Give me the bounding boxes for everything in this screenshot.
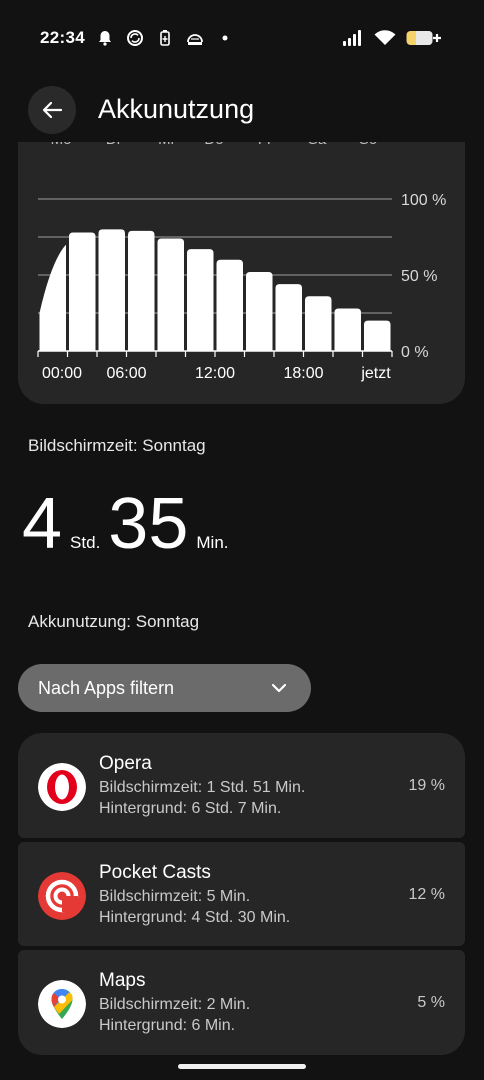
day-label: Mi (158, 142, 174, 148)
y-tick-label: 50 % (401, 268, 437, 285)
screen-time-hours-unit: Std. (70, 533, 101, 552)
chart-bar (39, 244, 66, 351)
wifi-icon (374, 29, 396, 47)
y-tick-label: 0 % (401, 344, 429, 361)
app-screen-time: Bildschirmzeit: 5 Min. (99, 888, 251, 905)
chart-bar (128, 230, 155, 351)
page-title: Akkunutzung (98, 94, 255, 124)
x-tick-label: 18:00 (283, 365, 323, 382)
pocket-casts-icon (38, 872, 86, 920)
battery-chart-card: Mo Di Mi Do Fr Sa So 100 % 50 % 0 % 00:00 06:00 12… (18, 142, 465, 404)
app-bar: Akkunutzung (0, 78, 484, 142)
app-percent: 5 % (417, 994, 445, 1011)
chart-bar (364, 320, 391, 351)
opera-icon (38, 763, 86, 811)
sync-icon (126, 29, 144, 47)
y-tick-label: 100 % (401, 192, 446, 209)
chart-bar (275, 284, 302, 351)
screen-time-minutes: 35 (108, 484, 189, 564)
filter-label: Nach Apps filtern (38, 677, 175, 698)
app-row-opera[interactable]: Opera Bildschirmzeit: 1 Std. 51 Min. Hin… (18, 733, 465, 838)
x-tick-label: jetzt (360, 365, 391, 382)
screen-time-hours: 4 (22, 484, 63, 564)
x-tick-label: 00:00 (42, 365, 82, 382)
dashboard-icon (186, 29, 204, 47)
screen-time-label: Bildschirmzeit: Sonntag (28, 436, 206, 455)
day-label: Di (106, 142, 120, 148)
app-name: Pocket Casts (99, 862, 211, 883)
day-label: Mo (51, 142, 72, 148)
chart-bar (216, 259, 243, 351)
app-percent: 12 % (408, 886, 445, 903)
app-screen-time: Bildschirmzeit: 2 Min. (99, 996, 251, 1013)
bell-icon (96, 29, 114, 47)
filter-apps-dropdown[interactable]: Nach Apps filtern (18, 664, 311, 712)
battery-usage-chart: Mo Di Mi Do Fr Sa So 100 % 50 % 0 % 00:00 06:00 12… (37, 142, 446, 382)
app-background-time: Hintergrund: 4 Std. 30 Min. (99, 909, 291, 926)
battery-saver-icon (156, 29, 174, 47)
chart-bar (98, 229, 125, 351)
day-label: Sa (308, 142, 327, 148)
back-button[interactable] (28, 86, 76, 134)
chart-bar (305, 296, 332, 351)
app-background-time: Hintergrund: 6 Min. (99, 1017, 236, 1034)
screen-time-value: 4 Std. 35 Min. (22, 484, 237, 564)
arrow-left-icon (42, 101, 63, 119)
maps-icon (38, 980, 86, 1028)
home-indicator[interactable] (178, 1064, 306, 1069)
battery-charging-icon (406, 29, 444, 47)
chart-bar (246, 271, 273, 351)
signal-icon (342, 29, 364, 47)
chart-bar (157, 238, 184, 351)
app-percent: 19 % (408, 777, 445, 794)
app-row-pocket-casts[interactable]: Pocket Casts Bildschirmzeit: 5 Min. Hint… (18, 842, 465, 946)
chart-bar (334, 308, 361, 351)
day-label: Fr (258, 142, 272, 148)
dot-icon (216, 29, 234, 47)
day-label: Do (204, 142, 223, 148)
chart-bar (187, 249, 214, 351)
app-name: Opera (99, 753, 152, 774)
day-label: So (359, 142, 377, 148)
screen-time-minutes-unit: Min. (196, 533, 229, 552)
app-name: Maps (99, 970, 146, 991)
x-tick-label: 06:00 (106, 365, 146, 382)
app-background-time: Hintergrund: 6 Std. 7 Min. (99, 800, 282, 817)
status-time: 22:34 (40, 28, 85, 47)
status-bar: 22:34 (0, 0, 484, 78)
x-tick-label: 12:00 (195, 365, 235, 382)
battery-usage-label: Akkunutzung: Sonntag (28, 612, 200, 631)
app-row-maps[interactable]: Maps Bildschirmzeit: 2 Min. Hintergrund:… (18, 950, 465, 1055)
chart-bar (69, 232, 96, 351)
app-screen-time: Bildschirmzeit: 1 Std. 51 Min. (99, 779, 306, 796)
chevron-down-icon (271, 683, 287, 693)
